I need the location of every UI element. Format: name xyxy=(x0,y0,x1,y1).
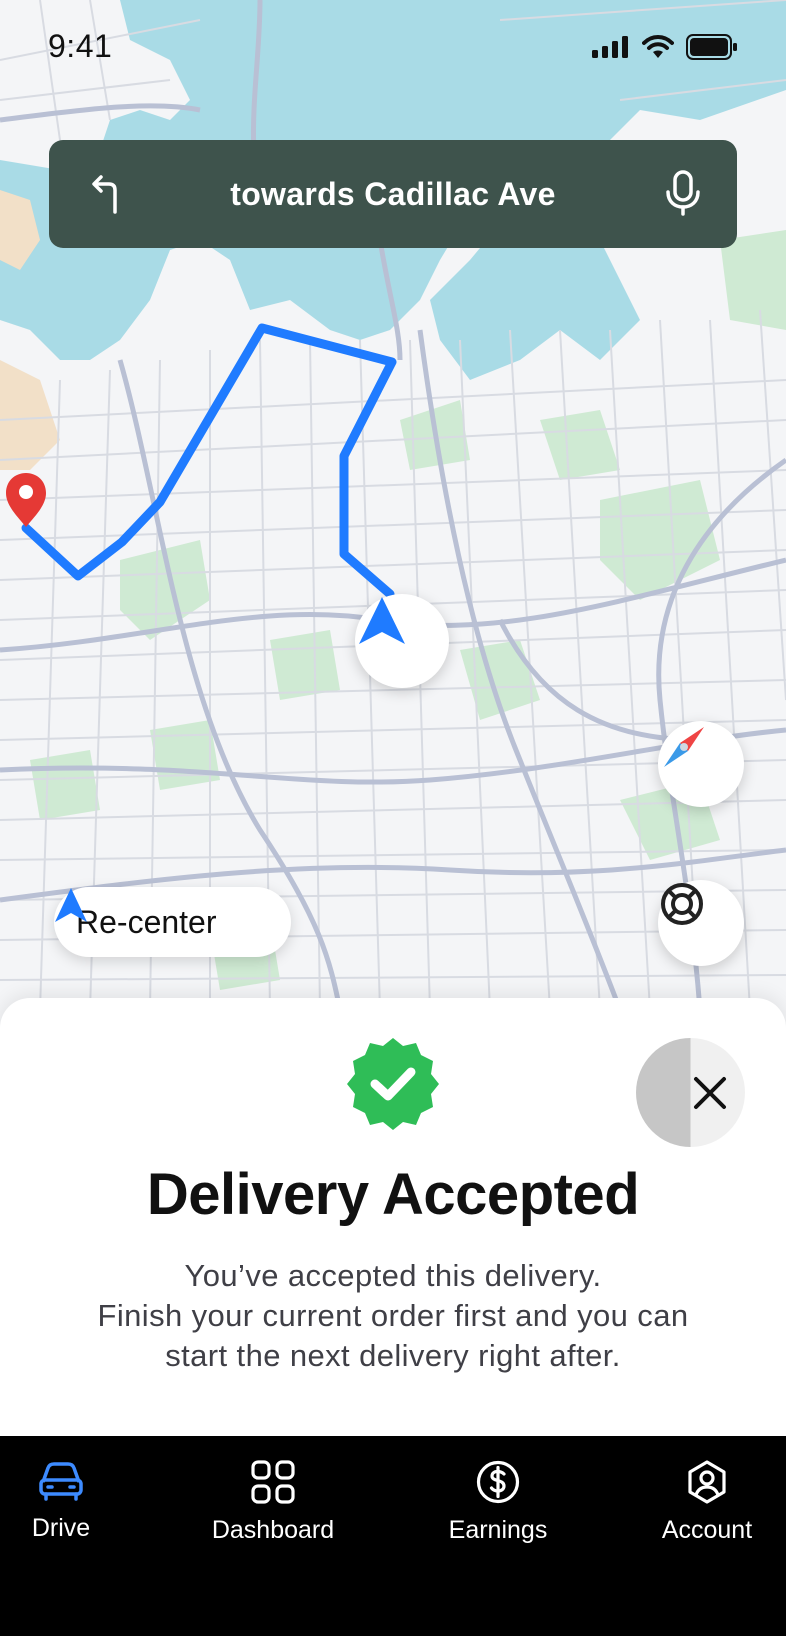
compass-icon xyxy=(664,727,704,767)
microphone-icon[interactable] xyxy=(665,170,701,216)
navigation-banner[interactable]: towards Cadillac Ave xyxy=(49,140,737,248)
tab-drive[interactable]: Drive xyxy=(31,1460,91,1543)
navigation-arrow-icon xyxy=(359,597,405,644)
vehicle-location-marker xyxy=(355,594,449,688)
status-bar: 9:41 xyxy=(0,0,786,96)
user-icon xyxy=(688,1460,726,1504)
tab-dashboard[interactable]: Dashboard xyxy=(211,1460,335,1545)
message-line: start the next delivery right after. xyxy=(165,1338,621,1373)
tab-earnings[interactable]: Earnings xyxy=(448,1460,548,1545)
cellular-signal-icon xyxy=(592,36,628,58)
recenter-button[interactable]: Re-center xyxy=(54,887,291,957)
tab-account-label: Account xyxy=(661,1516,753,1544)
tab-account[interactable]: Account xyxy=(660,1460,754,1545)
safety-toolkit-button[interactable] xyxy=(658,880,744,966)
delivery-accepted-sheet: Delivery Accepted You’ve accepted this d… xyxy=(0,998,786,1438)
status-time: 9:41 xyxy=(48,28,113,64)
verified-check-badge-icon xyxy=(347,1038,439,1130)
tab-earnings-label: Earnings xyxy=(448,1516,548,1544)
turn-left-icon xyxy=(92,175,117,214)
tab-drive-label: Drive xyxy=(31,1514,91,1542)
battery-icon xyxy=(686,34,737,60)
message-line: You’ve accepted this delivery. xyxy=(184,1258,602,1293)
sheet-title: Delivery Accepted xyxy=(146,1162,640,1227)
wifi-icon xyxy=(642,35,674,58)
compass-button[interactable] xyxy=(658,721,744,807)
navigation-instruction: towards Cadillac Ave xyxy=(230,175,556,212)
recenter-label: Re-center xyxy=(76,903,217,940)
lifebuoy-icon xyxy=(661,883,703,925)
sheet-message: You’ve accepted this delivery. Finish yo… xyxy=(40,1256,746,1376)
destination-pin-icon xyxy=(6,473,46,527)
close-button[interactable] xyxy=(636,1038,745,1147)
close-icon xyxy=(693,1076,726,1109)
grid-icon xyxy=(251,1460,295,1504)
tab-dashboard-label: Dashboard xyxy=(211,1516,335,1544)
dollar-icon xyxy=(476,1460,520,1504)
tab-bar: Drive Dashboard Earnings Account xyxy=(0,1436,786,1636)
status-icons xyxy=(592,34,738,60)
message-line: Finish your current order first and you … xyxy=(97,1298,689,1333)
car-icon xyxy=(39,1462,83,1501)
navigation-arrow-icon xyxy=(55,888,87,922)
